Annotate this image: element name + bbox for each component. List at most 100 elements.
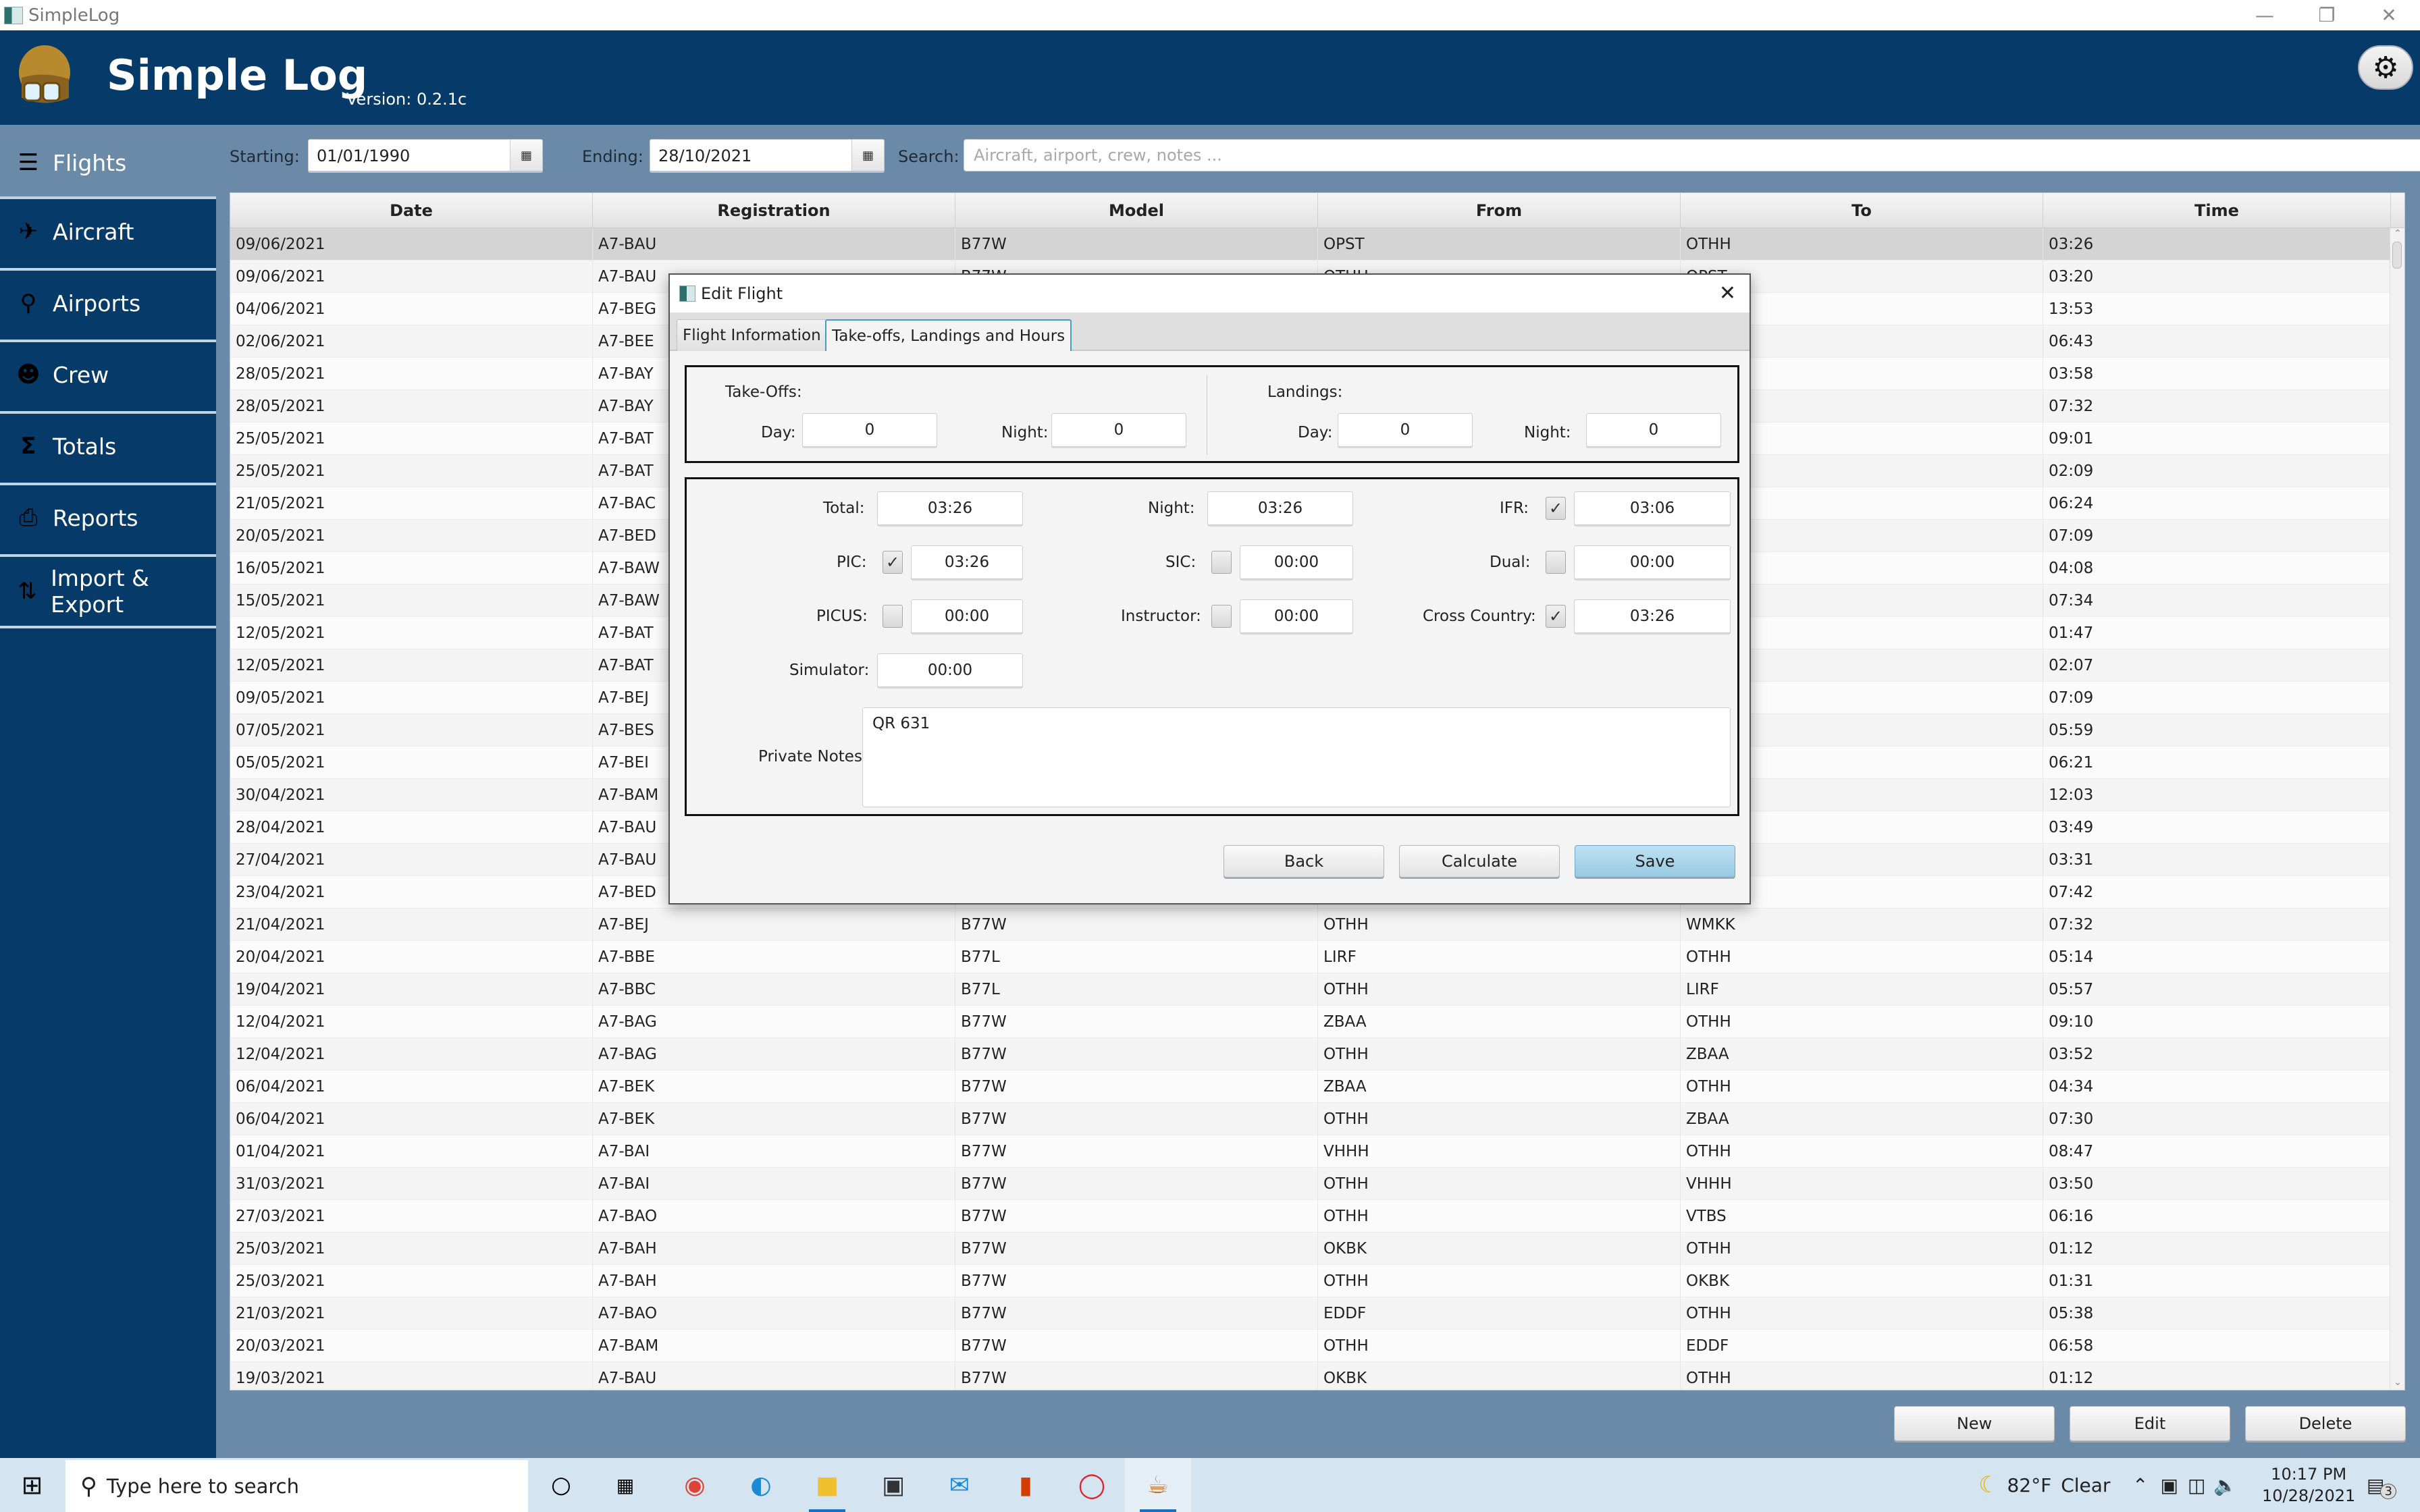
java-icon[interactable]: ☕: [1125, 1458, 1191, 1512]
table-row[interactable]: 09/06/2021 A7-BAU B77W OPST OTHH 03:26: [230, 228, 2391, 261]
pic-label: PIC:: [837, 554, 867, 571]
sidebar-item-aircraft[interactable]: ✈ Aircraft: [0, 196, 216, 264]
landings-night-input[interactable]: 0: [1586, 413, 1721, 447]
sidebar-item-import-export[interactable]: ⇅ Import & Export: [0, 554, 216, 628]
sidebar-item-reports[interactable]: ⎙ Reports: [0, 483, 216, 550]
table-row[interactable]: 25/03/2021 A7-BAH B77W OTHH OKBK 01:31: [230, 1265, 2391, 1297]
start-button[interactable]: ⊞: [0, 1458, 64, 1512]
starting-calendar-button[interactable]: ▦: [510, 140, 542, 171]
mail-icon[interactable]: ✉: [926, 1458, 993, 1512]
save-button[interactable]: Save: [1575, 845, 1735, 878]
table-row[interactable]: 21/03/2021 A7-BAO B77W EDDF OTHH 05:38: [230, 1297, 2391, 1330]
cell-date: 30/04/2021: [230, 779, 593, 811]
edge-icon[interactable]: ◐: [728, 1458, 794, 1512]
search-input[interactable]: [964, 140, 2420, 171]
ending-date-picker[interactable]: 28/10/2021 ▦: [650, 139, 885, 171]
notification-center-button[interactable]: ▤ 3: [2367, 1458, 2396, 1512]
takeoffs-night-input[interactable]: 0: [1051, 413, 1186, 447]
table-row[interactable]: 27/03/2021 A7-BAO B77W OTHH VTBS 06:16: [230, 1200, 2391, 1233]
scroll-down-icon[interactable]: ⌄: [2390, 1377, 2404, 1390]
cortana-icon[interactable]: ○: [528, 1458, 594, 1512]
calculate-button[interactable]: Calculate: [1399, 845, 1560, 878]
table-row[interactable]: 06/04/2021 A7-BEK B77W ZBAA OTHH 04:34: [230, 1071, 2391, 1103]
taskbar-clock[interactable]: 10:17 PM 10/28/2021: [2262, 1463, 2355, 1507]
table-row[interactable]: 12/04/2021 A7-BAG B77W OTHH ZBAA 03:52: [230, 1038, 2391, 1071]
delete-flight-button[interactable]: Delete: [2245, 1406, 2406, 1441]
table-row[interactable]: 01/04/2021 A7-BAI B77W VHHH OTHH 08:47: [230, 1135, 2391, 1168]
chevron-up-icon[interactable]: ⌃: [2132, 1474, 2148, 1496]
pic-input[interactable]: 03:26: [911, 545, 1023, 579]
scrollbar-thumb[interactable]: [2392, 242, 2402, 269]
meet-now-icon[interactable]: ▣: [2160, 1474, 2178, 1496]
ifr-input[interactable]: 03:06: [1574, 491, 1731, 525]
sidebar-item-flights[interactable]: ☰ Flights: [0, 125, 216, 200]
sidebar-item-crew[interactable]: ☻ Crew: [0, 340, 216, 407]
table-row[interactable]: 19/04/2021 A7-BBC B77L OTHH LIRF 05:57: [230, 973, 2391, 1006]
restore-button[interactable]: ❐: [2296, 0, 2358, 30]
private-notes-textarea[interactable]: QR 631: [862, 707, 1731, 807]
search-box[interactable]: [964, 139, 2420, 171]
landings-day-input[interactable]: 0: [1338, 413, 1473, 447]
cross-country-input[interactable]: 03:26: [1574, 599, 1731, 633]
table-row[interactable]: 20/03/2021 A7-BAM B77W OTHH EDDF 06:58: [230, 1330, 2391, 1362]
takeoffs-day-input[interactable]: 0: [802, 413, 937, 447]
total-input[interactable]: 03:26: [877, 491, 1023, 525]
tab-flight-information[interactable]: Flight Information: [677, 319, 827, 351]
cross-country-checkbox[interactable]: ✓: [1546, 605, 1566, 628]
instructor-checkbox[interactable]: [1211, 605, 1232, 628]
dialog-close-button[interactable]: ✕: [1719, 281, 1736, 305]
taskbar-search[interactable]: ⚲ Type here to search: [65, 1460, 528, 1512]
table-row[interactable]: 21/04/2021 A7-BEJ B77W OTHH WMKK 07:32: [230, 909, 2391, 941]
weather-widget[interactable]: ☾ 82°F Clear: [1978, 1458, 2110, 1512]
table-row[interactable]: 12/04/2021 A7-BAG B77W ZBAA OTHH 09:10: [230, 1006, 2391, 1038]
picus-checkbox[interactable]: [883, 605, 903, 628]
column-header-registration[interactable]: Registration: [593, 193, 955, 228]
scroll-up-icon[interactable]: ⌃: [2390, 228, 2404, 242]
column-header-time[interactable]: Time: [2043, 193, 2391, 228]
office-icon[interactable]: ▮: [993, 1458, 1059, 1512]
column-header-date[interactable]: Date: [230, 193, 593, 228]
table-scrollbar[interactable]: ⌃ ⌄: [2390, 228, 2404, 1390]
table-row[interactable]: 06/04/2021 A7-BEK B77W OTHH ZBAA 07:30: [230, 1103, 2391, 1135]
table-row[interactable]: 25/03/2021 A7-BAH B77W OKBK OTHH 01:12: [230, 1233, 2391, 1265]
file-explorer-icon[interactable]: ■: [794, 1458, 860, 1512]
dual-input[interactable]: 00:00: [1574, 545, 1731, 579]
column-header-from[interactable]: From: [1318, 193, 1681, 228]
picus-input[interactable]: 00:00: [911, 599, 1023, 633]
table-row[interactable]: 19/03/2021 A7-BAU B77W OKBK OTHH 01:12: [230, 1362, 2391, 1390]
column-header-to[interactable]: To: [1681, 193, 2043, 228]
cell-time: 09:01: [2043, 423, 2391, 455]
ifr-checkbox[interactable]: ✓: [1546, 497, 1566, 520]
sidebar-item-airports[interactable]: ⚲ Airports: [0, 268, 216, 335]
ending-calendar-button[interactable]: ▦: [851, 140, 884, 171]
volume-icon[interactable]: 🔈: [2213, 1474, 2237, 1496]
edit-flight-button[interactable]: Edit: [2070, 1406, 2230, 1441]
task-view-icon[interactable]: ▦: [592, 1458, 658, 1512]
opera-icon[interactable]: ◯: [1059, 1458, 1125, 1512]
cell-time: 01:12: [2043, 1362, 2391, 1390]
simulator-input[interactable]: 00:00: [877, 653, 1023, 687]
settings-button[interactable]: ⚙: [2358, 45, 2413, 90]
sidebar-item-totals[interactable]: Σ Totals: [0, 411, 216, 479]
pic-checkbox[interactable]: ✓: [883, 551, 903, 574]
table-row[interactable]: 20/04/2021 A7-BBE B77L LIRF OTHH 05:14: [230, 941, 2391, 973]
sic-input[interactable]: 00:00: [1240, 545, 1353, 579]
instructor-input[interactable]: 00:00: [1240, 599, 1353, 633]
tab-takeoffs-landings-hours[interactable]: Take-offs, Landings and Hours: [825, 319, 1072, 351]
dialog-title: Edit Flight: [701, 284, 783, 303]
column-header-model[interactable]: Model: [955, 193, 1318, 228]
ending-date-value[interactable]: 28/10/2021: [658, 146, 752, 165]
starting-date-picker[interactable]: 01/01/1990 ▦: [308, 139, 543, 171]
starting-date-value[interactable]: 01/01/1990: [317, 146, 410, 165]
network-icon[interactable]: ◫: [2188, 1474, 2205, 1496]
store-icon[interactable]: ▣: [860, 1458, 926, 1512]
night-input[interactable]: 03:26: [1207, 491, 1353, 525]
new-flight-button[interactable]: New: [1894, 1406, 2055, 1441]
close-window-button[interactable]: ✕: [2358, 0, 2420, 30]
dual-checkbox[interactable]: [1546, 551, 1566, 574]
sic-checkbox[interactable]: [1211, 551, 1232, 574]
minimize-button[interactable]: —: [2234, 0, 2296, 30]
table-row[interactable]: 31/03/2021 A7-BAI B77W OTHH VHHH 03:50: [230, 1168, 2391, 1200]
back-button[interactable]: Back: [1224, 845, 1384, 878]
chrome-icon[interactable]: ◉: [662, 1458, 728, 1512]
